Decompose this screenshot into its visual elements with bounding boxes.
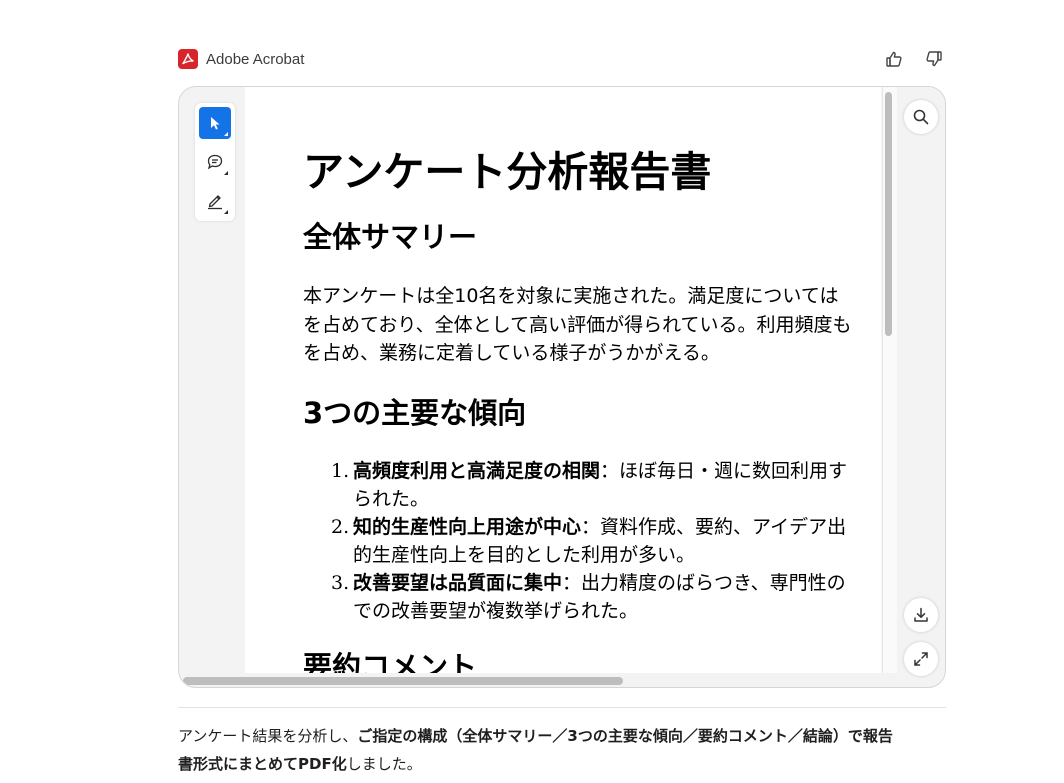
divider bbox=[178, 707, 946, 708]
trends-list: 1. 高頻度利用と高満足度の相関：ほぼ毎日・週に数回利用す られた。 2. 知的… bbox=[303, 457, 881, 625]
list-item: 1. 高頻度利用と高満足度の相関：ほぼ毎日・週に数回利用す られた。 bbox=[331, 459, 848, 510]
search-icon bbox=[913, 109, 929, 125]
chat-message: Adobe Acrobat アンケート分析報告書 全体サマリー 本アンケートは全… bbox=[0, 0, 1064, 783]
thumbs-down-icon[interactable] bbox=[922, 47, 946, 71]
attachment-header: Adobe Acrobat bbox=[178, 46, 946, 72]
acrobat-logo-icon bbox=[178, 49, 198, 69]
section-heading: 3つの主要な傾向 bbox=[303, 395, 527, 430]
draw-tool-button[interactable] bbox=[199, 185, 231, 217]
horizontal-scrollbar-thumb[interactable] bbox=[183, 677, 623, 685]
document-title: アンケート分析報告書 bbox=[303, 148, 712, 196]
expand-icon bbox=[914, 652, 928, 666]
app-name: Adobe Acrobat bbox=[206, 50, 305, 68]
assistant-response-text: アンケート結果を分析し、ご指定の構成（全体サマリー／3つの主要な傾向／要約コメン… bbox=[178, 727, 893, 773]
pdf-viewer[interactable]: アンケート分析報告書 全体サマリー 本アンケートは全10名を対象に実施された。満… bbox=[178, 86, 946, 688]
select-pointer-icon bbox=[211, 117, 220, 130]
annotation-toolbar bbox=[195, 103, 235, 221]
feedback-actions bbox=[882, 47, 946, 71]
summary-paragraph: 本アンケートは全10名を対象に実施された。満足度については を占めており、全体と… bbox=[303, 285, 852, 364]
document-page: アンケート分析報告書 全体サマリー 本アンケートは全10名を対象に実施された。満… bbox=[245, 87, 881, 673]
vertical-scrollbar-thumb[interactable] bbox=[885, 92, 892, 336]
select-tool-button[interactable] bbox=[199, 107, 231, 139]
comment-icon bbox=[207, 154, 223, 170]
draw-pen-icon bbox=[208, 195, 222, 210]
list-item: 3. 改善要望は品質面に集中：出力精度のばらつき、専門性の での改善要望が複数挙… bbox=[331, 571, 846, 622]
section-heading: 全体サマリー bbox=[303, 220, 478, 254]
download-icon bbox=[914, 607, 928, 622]
thumbs-up-icon[interactable] bbox=[882, 47, 906, 71]
download-button[interactable] bbox=[904, 598, 938, 632]
section-heading: 要約コメント bbox=[303, 649, 478, 674]
document-content: アンケート分析報告書 全体サマリー 本アンケートは全10名を対象に実施された。満… bbox=[303, 147, 881, 673]
search-button[interactable] bbox=[904, 100, 938, 134]
comment-tool-button[interactable] bbox=[199, 146, 231, 178]
list-item: 2. 知的生産性向上用途が中心：資料作成、要約、アイデア出 的生産性向上を目的と… bbox=[331, 515, 847, 566]
expand-button[interactable] bbox=[904, 642, 938, 676]
